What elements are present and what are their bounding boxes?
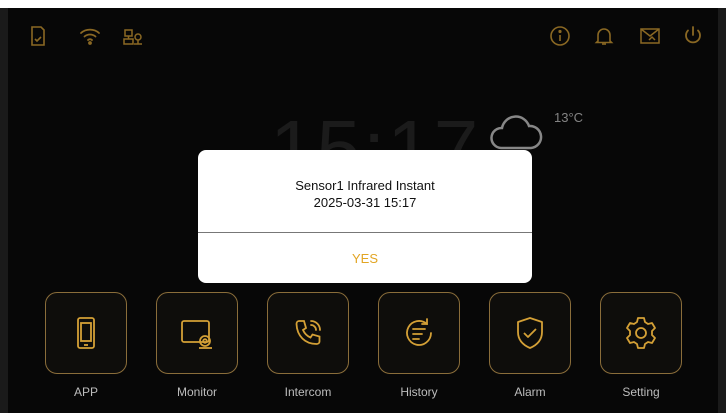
setting-gear-icon <box>626 317 656 349</box>
right-border <box>718 8 726 413</box>
monitor-icon <box>181 320 212 349</box>
phone-icon <box>77 317 95 349</box>
intercom-icon <box>295 320 321 345</box>
monitor-tile[interactable] <box>156 292 238 374</box>
left-border <box>0 8 8 413</box>
dialog-event-text: Sensor1 Infrared Instant <box>295 178 435 193</box>
alarm-shield-icon <box>517 317 543 349</box>
intercom-button[interactable]: Intercom <box>267 292 349 399</box>
history-button[interactable]: History <box>378 292 460 399</box>
intercom-label: Intercom <box>284 385 332 399</box>
history-label: History <box>400 385 438 399</box>
app-label: APP <box>73 385 98 399</box>
alarm-button[interactable]: Alarm <box>489 292 571 399</box>
alarm-tile[interactable] <box>489 292 571 374</box>
yes-button[interactable]: YES <box>198 233 532 283</box>
history-icon <box>406 318 432 346</box>
monitor-button[interactable]: Monitor <box>156 292 238 399</box>
monitor-label: Monitor <box>176 385 217 399</box>
intercom-tile[interactable] <box>267 292 349 374</box>
device-screen: 15:17 13°C Sensor1 Infrared Instant 2025… <box>8 8 718 413</box>
history-tile[interactable] <box>378 292 460 374</box>
setting-tile[interactable] <box>600 292 682 374</box>
dialog-message: Sensor1 Infrared Instant 2025-03-31 15:1… <box>198 177 532 211</box>
setting-button[interactable]: Setting <box>600 292 682 399</box>
alarm-label: Alarm <box>514 385 546 399</box>
setting-label: Setting <box>622 385 660 399</box>
app-button[interactable]: APP <box>45 292 127 399</box>
app-tile[interactable] <box>45 292 127 374</box>
dialog-timestamp: 2025-03-31 15:17 <box>313 195 417 210</box>
alarm-dialog: Sensor1 Infrared Instant 2025-03-31 15:1… <box>198 150 532 283</box>
